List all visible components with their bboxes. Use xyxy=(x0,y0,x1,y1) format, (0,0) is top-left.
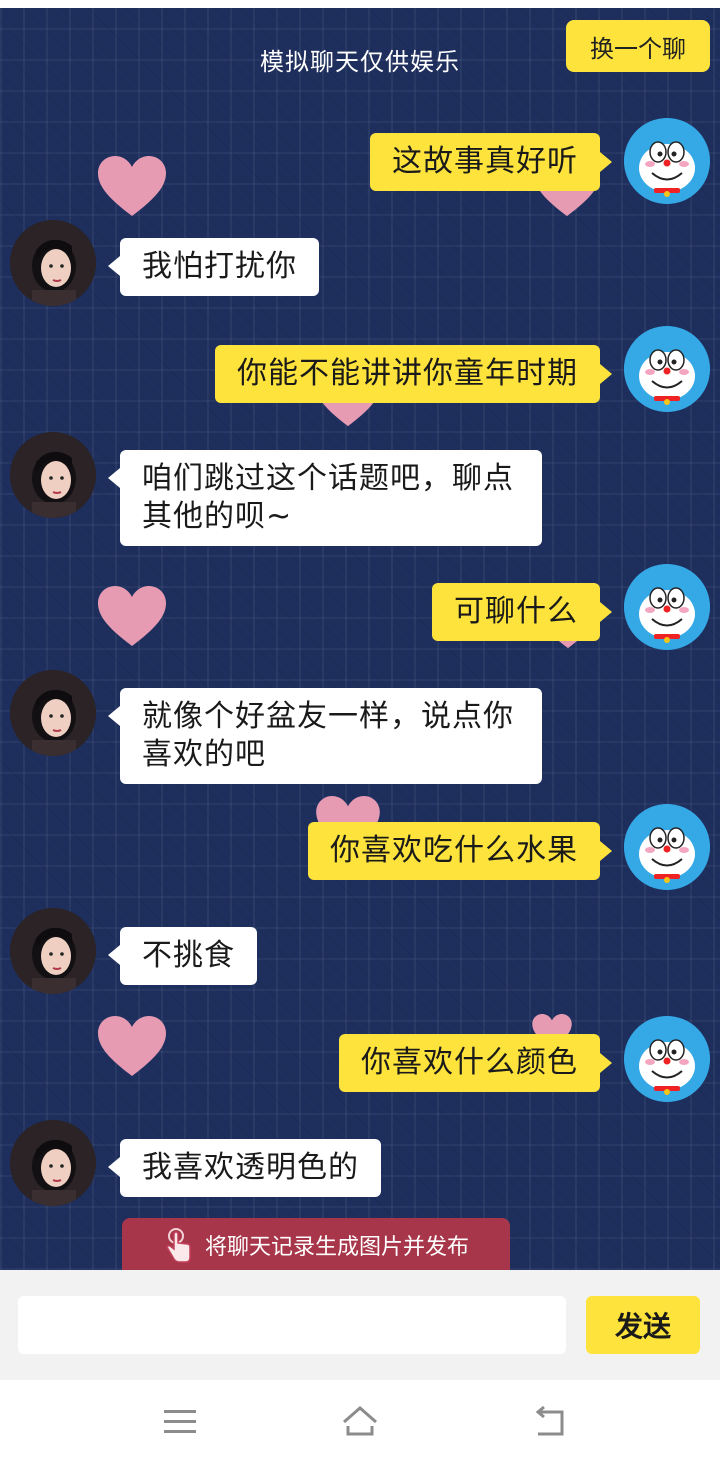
input-bar: 发送 xyxy=(0,1270,720,1380)
cartoon-cat-avatar-icon xyxy=(624,326,710,412)
bot-avatar[interactable] xyxy=(10,432,96,518)
chat-area[interactable]: 模拟聊天仅供娱乐 换一个聊 这故事真好听 我怕打扰你 你能不能讲讲你童年时期 咱… xyxy=(0,8,720,1270)
menu-icon[interactable] xyxy=(160,1402,200,1442)
bot-avatar[interactable] xyxy=(10,670,96,756)
hand-pointer-icon xyxy=(166,1228,191,1263)
send-button[interactable]: 发送 xyxy=(586,1296,700,1354)
user-message-bubble: 这故事真好听 xyxy=(370,133,612,191)
back-icon[interactable] xyxy=(530,1402,570,1442)
home-icon[interactable] xyxy=(340,1402,380,1442)
user-message-bubble: 你喜欢吃什么水果 xyxy=(308,822,612,880)
user-avatar[interactable] xyxy=(624,118,710,204)
girl-portrait-avatar-icon xyxy=(10,220,96,306)
user-avatar[interactable] xyxy=(624,804,710,890)
user-message-bubble: 可聊什么 xyxy=(432,583,612,641)
generate-image-label: 将聊天记录生成图片并发布 xyxy=(204,1235,469,1260)
girl-portrait-avatar-icon xyxy=(10,432,96,518)
message-input[interactable] xyxy=(18,1296,566,1354)
cartoon-cat-avatar-icon xyxy=(624,118,710,204)
heart-decoration-icon xyxy=(98,586,166,646)
user-message-bubble: 你喜欢什么颜色 xyxy=(339,1034,612,1092)
bot-message-bubble: 咱们跳过这个话题吧，聊点其他的呗~ xyxy=(108,450,542,546)
girl-portrait-avatar-icon xyxy=(10,908,96,994)
cartoon-cat-avatar-icon xyxy=(624,1016,710,1102)
switch-chat-button[interactable]: 换一个聊 xyxy=(566,20,710,72)
girl-portrait-avatar-icon xyxy=(10,1120,96,1206)
generate-image-button[interactable]: 将聊天记录生成图片并发布 xyxy=(122,1218,510,1270)
bot-message-bubble: 我喜欢透明色的 xyxy=(108,1139,381,1197)
bot-message-bubble: 就像个好盆友一样，说点你喜欢的吧 xyxy=(108,688,542,784)
bot-avatar[interactable] xyxy=(10,908,96,994)
cartoon-cat-avatar-icon xyxy=(624,804,710,890)
bot-avatar[interactable] xyxy=(10,220,96,306)
heart-decoration-icon xyxy=(98,1016,166,1076)
user-avatar[interactable] xyxy=(624,1016,710,1102)
user-avatar[interactable] xyxy=(624,326,710,412)
bot-avatar[interactable] xyxy=(10,1120,96,1206)
system-nav-bar xyxy=(0,1380,720,1464)
heart-decoration-icon xyxy=(98,156,166,216)
girl-portrait-avatar-icon xyxy=(10,670,96,756)
user-message-bubble: 你能不能讲讲你童年时期 xyxy=(215,345,612,403)
cartoon-cat-avatar-icon xyxy=(624,564,710,650)
bot-message-bubble: 不挑食 xyxy=(108,927,257,985)
user-avatar[interactable] xyxy=(624,564,710,650)
bot-message-bubble: 我怕打扰你 xyxy=(108,238,319,296)
